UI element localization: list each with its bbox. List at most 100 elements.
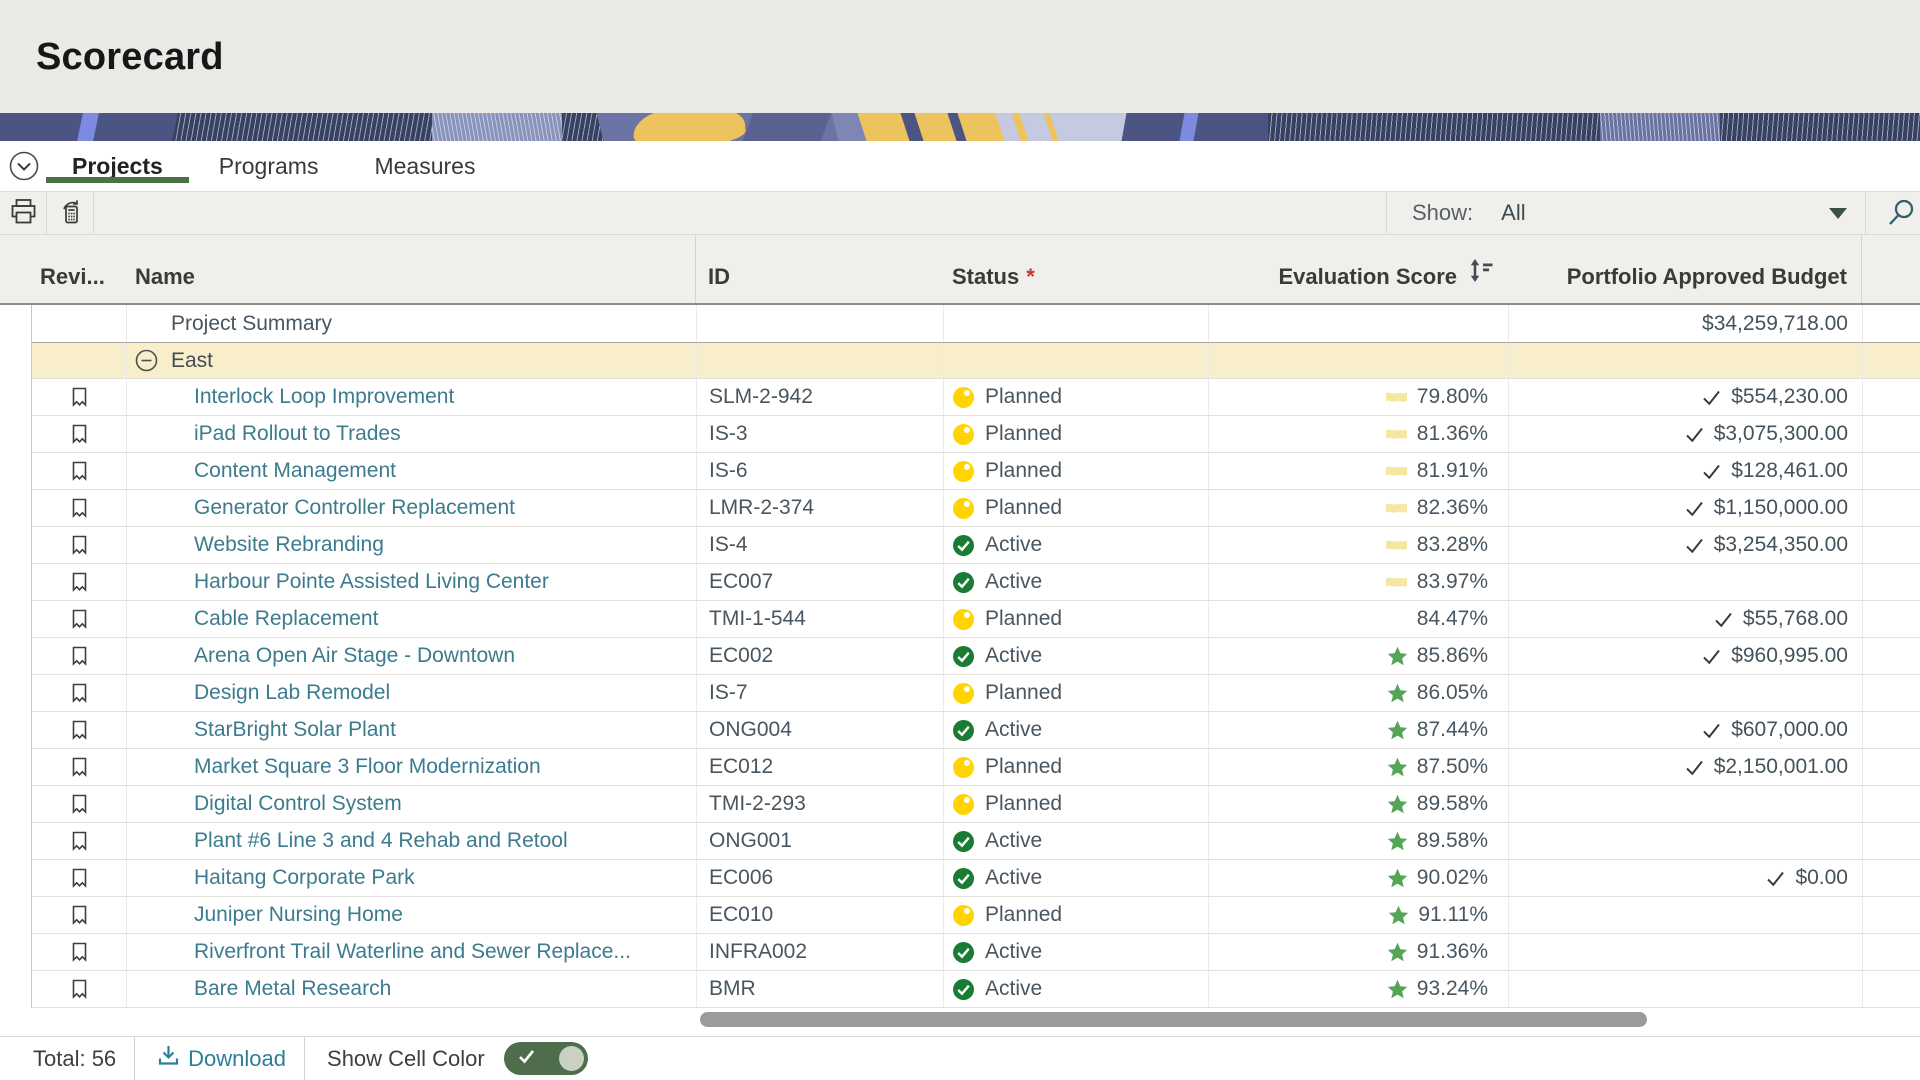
flag-score-icon [1385,463,1408,480]
project-name-link[interactable]: Market Square 3 Floor Modernization [194,755,541,779]
table-row[interactable]: Cable Replacement TMI-1-544 Planned 84.4… [31,601,1920,638]
name-cell: Plant #6 Line 3 and 4 Rehab and Retool [127,823,697,859]
review-flag-icon[interactable] [69,904,90,927]
search-icon[interactable] [1882,193,1920,233]
project-name-link[interactable]: Arena Open Air Stage - Downtown [194,644,515,668]
collapse-tabs-icon[interactable] [8,150,40,182]
tab-projects[interactable]: Projects [44,141,191,191]
project-name-link[interactable]: Generator Controller Replacement [194,496,515,520]
review-flag-icon[interactable] [69,941,90,964]
tab-projects-label: Projects [72,153,163,180]
scrollbar-thumb[interactable] [700,1012,1647,1027]
budget-cell: $128,461.00 [1509,453,1863,489]
project-name-link[interactable]: Haitang Corporate Park [194,866,415,890]
review-flag-icon[interactable] [69,571,90,594]
table-row[interactable]: Market Square 3 Floor Modernization EC01… [31,749,1920,786]
table-row[interactable]: Plant #6 Line 3 and 4 Rehab and Retool O… [31,823,1920,860]
download-button[interactable]: Download [157,1044,286,1073]
show-label: Show: [1412,200,1473,226]
review-flag-icon[interactable] [69,608,90,631]
project-name-link[interactable]: Cable Replacement [194,607,378,631]
review-flag-icon[interactable] [69,423,90,446]
table-row[interactable]: iPad Rollout to Trades IS-3 Planned 81.3… [31,416,1920,453]
review-flag-icon[interactable] [69,460,90,483]
table-row[interactable]: Harbour Pointe Assisted Living Center EC… [31,564,1920,601]
table-row[interactable]: Interlock Loop Improvement SLM-2-942 Pla… [31,379,1920,416]
status-cell: Active [944,527,1209,563]
star-score-icon [1387,979,1408,1000]
project-name-link[interactable]: Bare Metal Research [194,977,391,1001]
budget-cell: $3,254,350.00 [1509,527,1863,563]
collapse-group-icon[interactable] [134,348,159,373]
name-cell: Haitang Corporate Park [127,860,697,896]
id-cell: TMI-1-544 [697,601,944,637]
column-header-id[interactable]: ID [696,264,943,303]
review-flag-icon[interactable] [69,978,90,1001]
review-cell [32,416,127,452]
id-cell: EC012 [697,749,944,785]
total-count: Total: 56 [33,1046,116,1072]
review-flag-icon[interactable] [69,682,90,705]
project-name-link[interactable]: Digital Control System [194,792,402,816]
column-header-budget[interactable]: Portfolio Approved Budget [1508,235,1862,303]
review-flag-icon[interactable] [69,867,90,890]
review-cell [32,897,127,933]
project-name-link[interactable]: Harbour Pointe Assisted Living Center [194,570,549,594]
project-name-link[interactable]: Juniper Nursing Home [194,903,403,927]
table-row[interactable]: Design Lab Remodel IS-7 Planned 86.05% [31,675,1920,712]
tab-measures[interactable]: Measures [346,141,503,191]
table-row[interactable]: Arena Open Air Stage - Downtown EC002 Ac… [31,638,1920,675]
review-flag-icon[interactable] [69,497,90,520]
status-label: Planned [985,792,1062,816]
table-row[interactable]: Bare Metal Research BMR Active 93.24% [31,971,1920,1008]
table-row[interactable]: Juniper Nursing Home EC010 Planned 91.11… [31,897,1920,934]
footer-separator [134,1037,135,1080]
table-row[interactable]: Digital Control System TMI-2-293 Planned… [31,786,1920,823]
project-name-link[interactable]: iPad Rollout to Trades [194,422,401,446]
table-row[interactable]: StarBright Solar Plant ONG004 Active 87.… [31,712,1920,749]
show-filter-dropdown[interactable]: Show: All [1387,192,1865,234]
table-row[interactable]: Riverfront Trail Waterline and Sewer Rep… [31,934,1920,971]
project-name-link[interactable]: Website Rebranding [194,533,384,557]
name-cell: Generator Controller Replacement [127,490,697,526]
table-row[interactable]: Content Management IS-6 Planned 81.91% [31,453,1920,490]
group-row-east[interactable]: East [31,342,1920,379]
required-asterisk: * [1026,264,1035,290]
review-cell [32,823,127,859]
status-cell: Planned [944,675,1209,711]
review-flag-icon[interactable] [69,386,90,409]
project-name-link[interactable]: StarBright Solar Plant [194,718,396,742]
recalculate-button[interactable] [47,193,93,233]
budget-cell [1509,934,1863,970]
status-label: Planned [985,681,1062,705]
project-name-link[interactable]: Interlock Loop Improvement [194,385,454,409]
table-row[interactable]: Generator Controller Replacement LMR-2-3… [31,490,1920,527]
project-name-link[interactable]: Plant #6 Line 3 and 4 Rehab and Retool [194,829,568,853]
print-button[interactable] [0,193,46,233]
table-row[interactable]: Website Rebranding IS-4 Active 83.28% [31,527,1920,564]
summary-status-cell [944,305,1209,342]
review-flag-icon[interactable] [69,756,90,779]
summary-row[interactable]: Project Summary $34,259,718.00 [31,305,1920,342]
project-name-link[interactable]: Design Lab Remodel [194,681,390,705]
column-header-name[interactable]: Name [126,235,696,303]
table-row[interactable]: Haitang Corporate Park EC006 Active 90.0… [31,860,1920,897]
tab-programs[interactable]: Programs [191,141,347,191]
show-cell-color-toggle[interactable] [504,1042,588,1075]
status-cell: Active [944,638,1209,674]
horizontal-scrollbar[interactable] [0,1012,1920,1028]
column-header-status[interactable]: Status* [943,264,1208,303]
column-header-evaluation-score[interactable]: Evaluation Score [1208,258,1508,303]
review-flag-icon[interactable] [69,534,90,557]
project-name-link[interactable]: Content Management [194,459,396,483]
active-status-icon [952,534,975,557]
review-flag-icon[interactable] [69,830,90,853]
project-name-link[interactable]: Riverfront Trail Waterline and Sewer Rep… [194,940,631,964]
review-flag-icon[interactable] [69,719,90,742]
column-header-review[interactable]: Revi... [31,264,126,303]
review-flag-icon[interactable] [69,793,90,816]
tab-bar: Projects Programs Measures [0,141,1920,191]
review-flag-icon[interactable] [69,645,90,668]
review-cell [32,527,127,563]
budget-cell: $3,075,300.00 [1509,416,1863,452]
